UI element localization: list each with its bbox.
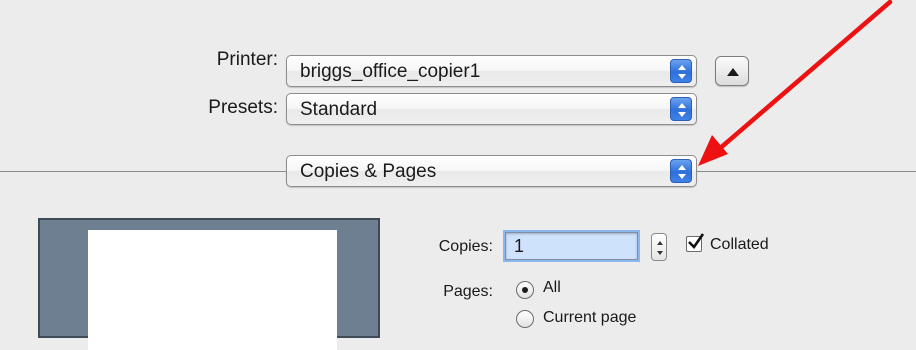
- presets-label: Presets:: [208, 97, 278, 118]
- printer-value: briggs_office_copier1: [300, 61, 481, 82]
- disclosure-triangle-icon: [727, 68, 739, 76]
- preview-page-sheet: [88, 230, 337, 350]
- presets-value: Standard: [300, 99, 378, 120]
- copies-label: Copies:: [438, 238, 493, 255]
- pages-current-radio[interactable]: [516, 310, 534, 328]
- collated-checkbox[interactable]: [686, 233, 705, 252]
- printer-label: Printer:: [216, 49, 278, 70]
- presets-popup[interactable]: Standard: [286, 93, 697, 125]
- copies-value: 1: [514, 236, 525, 256]
- section-value: Copies & Pages: [300, 161, 437, 182]
- pages-label: Pages:: [443, 283, 493, 300]
- page-preview: [38, 218, 380, 350]
- copies-stepper[interactable]: [651, 233, 667, 261]
- checkmark-icon: [688, 233, 705, 250]
- show-details-button[interactable]: [715, 56, 749, 86]
- copies-input[interactable]: 1: [503, 230, 640, 262]
- section-popup[interactable]: Copies & Pages: [286, 155, 697, 187]
- stepper-arrows-icon: [657, 241, 663, 255]
- collated-label: Collated: [710, 236, 769, 253]
- printer-popup-stepper-icon: [670, 59, 692, 83]
- section-popup-stepper-icon: [670, 159, 692, 183]
- printer-popup[interactable]: briggs_office_copier1: [286, 55, 697, 87]
- pages-current-label: Current page: [543, 309, 637, 326]
- pages-all-radio[interactable]: [516, 281, 534, 299]
- separator-right: [697, 171, 916, 172]
- separator-left: [0, 171, 286, 172]
- presets-popup-stepper-icon: [670, 97, 692, 121]
- pages-all-label: All: [543, 279, 561, 296]
